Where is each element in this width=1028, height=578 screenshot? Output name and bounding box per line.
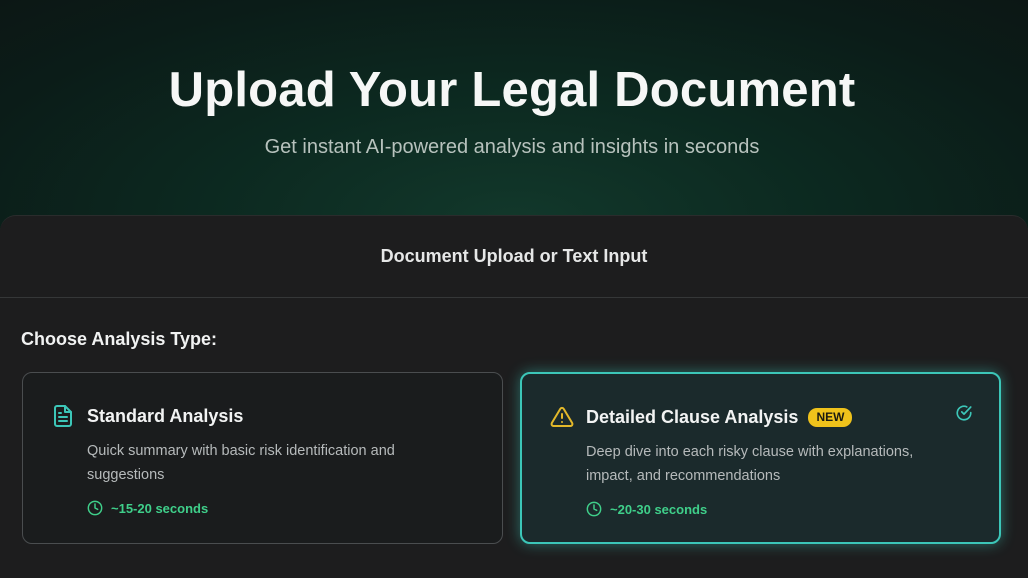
detailed-analysis-time: ~20-30 seconds xyxy=(586,501,707,517)
standard-analysis-description: Quick summary with basic risk identifica… xyxy=(87,443,395,483)
card-title: Standard Analysis xyxy=(87,404,243,428)
page-subtitle: Get instant AI-powered analysis and insi… xyxy=(264,136,760,158)
panel-header: Document Upload or Text Input xyxy=(0,216,1028,298)
card-title: Detailed Clause Analysis NEW xyxy=(586,405,853,429)
check-circle-icon xyxy=(956,405,972,421)
detailed-clause-analysis-card[interactable]: Detailed Clause Analysis NEW Deep dive i… xyxy=(520,372,1001,544)
document-icon xyxy=(54,405,72,427)
time-estimate: ~20-30 seconds xyxy=(610,501,708,517)
page-title: Upload Your Legal Document xyxy=(168,63,856,117)
detailed-analysis-description: Deep dive into each risky clause with ex… xyxy=(586,444,914,484)
standard-analysis-time: ~15-20 seconds xyxy=(87,500,208,516)
upload-panel: Document Upload or Text Input Choose Ana… xyxy=(0,215,1028,578)
time-estimate: ~15-20 seconds xyxy=(111,500,209,516)
page: Upload Your Legal Document Get instant A… xyxy=(0,0,1028,578)
clock-icon xyxy=(87,500,103,516)
analysis-type-label: Choose Analysis Type: xyxy=(21,329,218,349)
warning-icon xyxy=(550,406,574,427)
standard-analysis-card[interactable]: Standard Analysis Quick summary with bas… xyxy=(22,372,503,544)
detailed-analysis-title: Detailed Clause Analysis xyxy=(586,406,799,427)
standard-analysis-title: Standard Analysis xyxy=(87,405,244,426)
clock-icon xyxy=(586,501,602,517)
new-badge: NEW xyxy=(808,407,853,427)
